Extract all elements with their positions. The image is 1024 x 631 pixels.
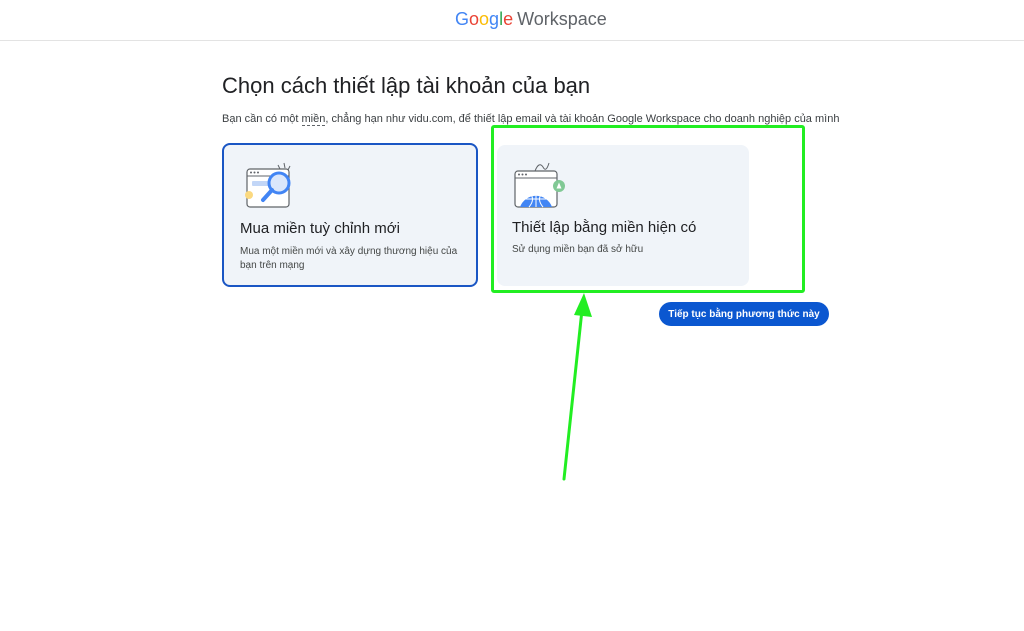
page-title: Chọn cách thiết lập tài khoản của bạn [222,73,591,98]
option-title: Thiết lập bằng miền hiện có [512,219,697,236]
search-domain-icon [245,162,291,208]
logo-letter: o [469,9,480,29]
option-card-buy-new-domain[interactable]: Mua miền tuỳ chỉnh mới Mua một miền mới … [222,143,478,287]
logo-letter: o [479,9,490,29]
domain-term-link[interactable]: miền [301,113,326,126]
subtitle-text-before: Bạn cần có một [222,113,302,125]
subtitle-text-after: , chẳng hạn như vidu.com, để thiết lập e… [325,113,840,125]
option-description: Mua một miền mới và xây dựng thương hiệu… [240,246,458,271]
option-description: Sử dụng miền bạn đã sở hữu [512,244,644,255]
continue-button[interactable]: Tiếp tục bằng phương thức này [659,302,829,326]
option-title: Mua miền tuỳ chỉnh mới [240,220,400,237]
globe-domain-icon [514,162,565,208]
google-workspace-logo[interactable]: Google Workspace [455,9,607,30]
logo-letter: g [489,9,500,29]
logo-letter: e [503,9,514,29]
page-subtitle: Bạn cần có một miền, chẳng hạn như vidu.… [222,113,840,126]
logo-product-name: Workspace [517,9,607,29]
logo-letter: G [455,9,470,29]
top-header: Google Workspace [0,0,1024,41]
option-card-use-existing-domain[interactable]: Thiết lập bằng miền hiện có Sử dụng miền… [497,145,749,286]
